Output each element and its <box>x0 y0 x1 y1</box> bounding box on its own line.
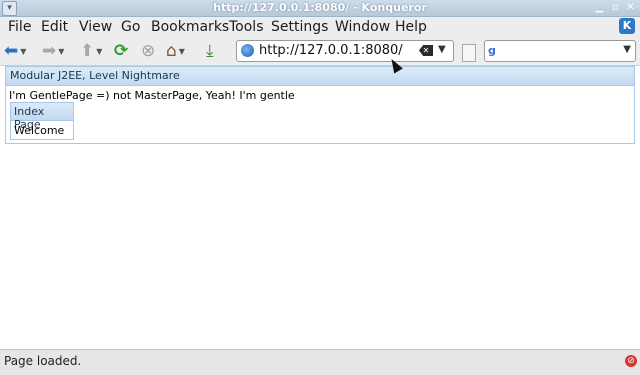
menu-settings[interactable]: Settings <box>271 19 328 35</box>
forward-button[interactable]: ➡ ▼ <box>42 41 64 61</box>
chevron-down-icon[interactable]: ▼ <box>179 47 185 56</box>
main-panel: Modular J2EE, Level Nightmare I'm Gentle… <box>5 66 635 144</box>
kde-logo-icon: K <box>619 18 635 34</box>
page-content: Modular J2EE, Level Nightmare I'm Gentle… <box>0 66 640 349</box>
stop-button[interactable]: ⊗ <box>141 41 155 61</box>
toolbar: ⬅ ▼ ➡ ▼ ⬆ ▼ ⟳ ⊗ ⌂ ▼ ⤓ http://127.0.0.1:8… <box>0 37 640 66</box>
download-button[interactable]: ⤓ <box>206 41 214 61</box>
menu-tools[interactable]: Tools <box>229 19 264 35</box>
menu-file[interactable]: File <box>8 19 31 35</box>
window-title: http://127.0.0.1:8080/ - Konqueror <box>213 1 427 14</box>
menu-view[interactable]: View <box>79 19 112 35</box>
chevron-down-icon[interactable]: ▼ <box>20 47 26 56</box>
google-search-icon[interactable]: g <box>488 44 502 58</box>
welcome-text: Welcome <box>14 124 65 137</box>
reload-button[interactable]: ⟳ <box>114 41 128 61</box>
chevron-down-icon[interactable]: ▼ <box>58 47 64 56</box>
menu-help[interactable]: Help <box>395 19 427 35</box>
up-arrow-icon: ⬆ <box>80 41 95 61</box>
maximize-button[interactable]: ▫ <box>609 1 622 14</box>
stop-icon: ⊗ <box>141 41 156 61</box>
menu-go[interactable]: Go <box>121 19 140 35</box>
title-bar: ▾ http://127.0.0.1:8080/ - Konqueror ▁ ▫… <box>0 0 640 17</box>
menu-window[interactable]: Window <box>335 19 390 35</box>
menu-bookmarks[interactable]: Bookmarks <box>151 19 229 35</box>
search-bar[interactable]: g ▼ <box>484 40 636 62</box>
index-page-panel: Index Page Welcome <box>10 102 74 140</box>
panel-header: Modular J2EE, Level Nightmare <box>6 67 634 86</box>
up-button[interactable]: ⬆ ▼ <box>80 41 102 61</box>
menu-edit[interactable]: Edit <box>41 19 68 35</box>
minimize-button[interactable]: ▁ <box>593 1 606 14</box>
forward-arrow-icon: ➡ <box>42 41 57 61</box>
panel-title: Modular J2EE, Level Nightmare <box>10 69 180 82</box>
home-button[interactable]: ⌂ ▼ <box>166 41 185 61</box>
globe-icon <box>241 44 254 57</box>
page-message: I'm GentlePage =) not MasterPage, Yeah! … <box>9 89 295 102</box>
stop-loading-icon[interactable]: ⊘ <box>625 355 637 367</box>
back-arrow-icon: ⬅ <box>4 41 19 61</box>
status-bar: Page loaded. ⊘ <box>0 349 640 375</box>
menu-bar: File Edit View Go Bookmarks Tools Settin… <box>0 17 640 37</box>
url-bar[interactable]: http://127.0.0.1:8080/ ✕ ▼ <box>236 40 454 62</box>
download-icon: ⤓ <box>206 41 214 61</box>
chevron-down-icon[interactable]: ▼ <box>96 47 102 56</box>
back-button[interactable]: ⬅ ▼ <box>4 41 26 61</box>
index-page-header: Index Page <box>11 103 73 131</box>
url-input[interactable]: http://127.0.0.1:8080/ <box>259 43 403 58</box>
close-button[interactable]: ✕ <box>624 1 637 14</box>
status-text: Page loaded. <box>4 354 82 368</box>
clear-url-icon[interactable]: ✕ <box>419 45 433 56</box>
page-icon[interactable] <box>462 44 476 62</box>
home-icon: ⌂ <box>166 41 177 61</box>
url-history-dropdown[interactable]: ▼ <box>438 44 446 55</box>
search-provider-dropdown[interactable]: ▼ <box>623 44 631 55</box>
reload-icon: ⟳ <box>114 41 129 61</box>
